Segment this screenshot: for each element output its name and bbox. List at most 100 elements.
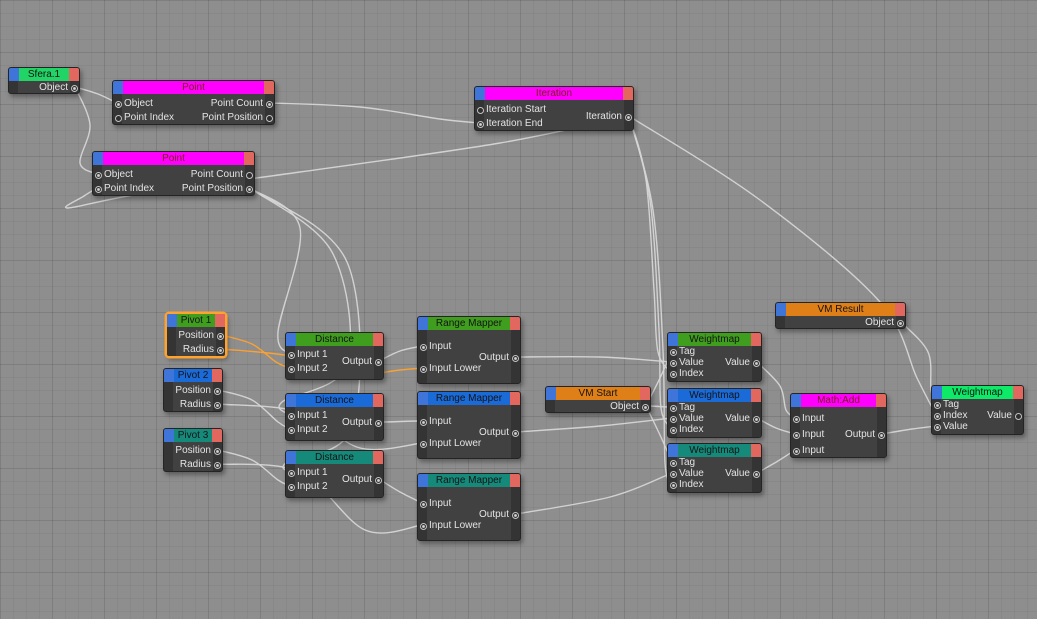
port-math-add-output-output[interactable] <box>877 431 885 439</box>
node-distance-2[interactable]: Distance Input 1 Input 2 Output <box>285 393 384 441</box>
port-weightmap-3-value-input[interactable] <box>669 470 677 478</box>
port-distance-3-input-1-input[interactable] <box>287 469 295 477</box>
wire-math-add-output-to-weightmap-result-value[interactable] <box>881 425 937 435</box>
node-titlebar: Distance <box>286 394 383 407</box>
port-iteration-iteration-end-input[interactable] <box>476 120 484 128</box>
port-math-add-input-input[interactable] <box>792 431 800 439</box>
port-range-mapper-2-output-output[interactable] <box>511 429 519 437</box>
port-weightmap-3-tag-input[interactable] <box>669 459 677 467</box>
port-distance-2-input-2-input[interactable] <box>287 426 295 434</box>
node-weightmap-result[interactable]: Weightmap Tag Index Value Value <box>931 385 1024 435</box>
port-weightmap-2-value-output[interactable] <box>752 415 760 423</box>
port-math-add-input-input[interactable] <box>792 415 800 423</box>
port-point-2-point-position-output[interactable] <box>245 185 253 193</box>
port-distance-3-output-output[interactable] <box>374 476 382 484</box>
port-point-2-point-count-output[interactable] <box>245 171 253 179</box>
node-editor-canvas[interactable]: Sfera.1 Object Point Object Point Index Point… <box>0 0 1037 619</box>
port-iteration-iteration-start-input[interactable] <box>476 106 484 114</box>
node-vm-result[interactable]: VM Result Object <box>775 302 906 329</box>
wire-iteration-iteration-to-weightmap-2-index[interactable] <box>628 115 673 430</box>
port-point-1-point-count-output[interactable] <box>265 100 273 108</box>
port-range-mapper-1-output-output[interactable] <box>511 354 519 362</box>
node-weightmap-1[interactable]: Weightmap Tag Value Index Value <box>667 332 762 382</box>
port-pivot-2-radius-output[interactable] <box>213 401 221 409</box>
port-range-mapper-3-input-input[interactable] <box>419 500 427 508</box>
port-weightmap-2-value-input[interactable] <box>669 415 677 423</box>
port-weightmap-result-index-input[interactable] <box>933 412 941 420</box>
port-sfera1-object-output[interactable] <box>70 84 78 92</box>
node-pivot-1[interactable]: Pivot 1 Position Radius <box>166 313 226 357</box>
port-point-2-object-input[interactable] <box>94 171 102 179</box>
port-range-mapper-3-input-lower-input[interactable] <box>419 522 427 530</box>
node-range-mapper-2[interactable]: Range Mapper Input Input Lower Output <box>417 391 521 459</box>
wire-pivot-2-position-to-distance-2-input-2[interactable] <box>217 389 291 430</box>
node-pivot-2[interactable]: Pivot 2 Position Radius <box>163 368 223 412</box>
wire-pivot-3-position-to-distance-3-input-2[interactable] <box>217 449 291 487</box>
wire-iteration-iteration-to-weightmap-1-index[interactable] <box>628 115 673 374</box>
port-weightmap-1-tag-input[interactable] <box>669 348 677 356</box>
wire-range-mapper-2-output-to-weightmap-2-value[interactable] <box>515 417 673 433</box>
port-pivot-2-position-output[interactable] <box>213 387 221 395</box>
port-distance-2-input-1-input[interactable] <box>287 412 295 420</box>
wire-distance-2-output-to-range-mapper-2-input[interactable] <box>378 420 423 423</box>
port-range-mapper-1-input-input[interactable] <box>419 343 427 351</box>
port-weightmap-result-value-output[interactable] <box>1014 412 1022 420</box>
node-sfera1[interactable]: Sfera.1 Object <box>8 67 80 94</box>
node-pivot-3[interactable]: Pivot 3 Position Radius <box>163 428 223 472</box>
port-weightmap-1-value-output[interactable] <box>752 359 760 367</box>
node-title: Pivot 3 <box>174 429 212 442</box>
port-point-1-point-index-input[interactable] <box>114 114 122 122</box>
port-label: Output <box>478 427 509 438</box>
port-weightmap-3-value-output[interactable] <box>752 470 760 478</box>
port-weightmap-result-value-input[interactable] <box>933 423 941 431</box>
port-label: Object <box>124 98 153 109</box>
wire-point-2-point-position-to-distance-2-input-1[interactable] <box>249 187 352 416</box>
node-weightmap-2[interactable]: Weightmap Tag Value Index Value <box>667 388 762 438</box>
port-distance-2-output-output[interactable] <box>374 419 382 427</box>
port-pivot-3-position-output[interactable] <box>213 447 221 455</box>
port-distance-1-output-output[interactable] <box>374 358 382 366</box>
wire-distance-3-output-to-range-mapper-3-input[interactable] <box>378 478 423 504</box>
node-weightmap-3[interactable]: Weightmap Tag Value Index Value <box>667 443 762 493</box>
port-vm-start-object-output[interactable] <box>641 403 649 411</box>
port-pivot-1-radius-output[interactable] <box>216 346 224 354</box>
wire-point-1-point-count-to-iteration-iteration-end[interactable] <box>269 102 480 124</box>
port-label: Point Count <box>210 98 263 109</box>
port-weightmap-1-index-input[interactable] <box>669 370 677 378</box>
node-point-2[interactable]: Point Object Point Index Point Count Point P… <box>92 151 255 196</box>
port-label: Input Lower <box>429 520 482 531</box>
node-range-mapper-3[interactable]: Range Mapper Input Input Lower Output <box>417 473 521 541</box>
port-range-mapper-3-output-output[interactable] <box>511 511 519 519</box>
port-distance-1-input-2-input[interactable] <box>287 365 295 373</box>
port-vm-result-object-output[interactable] <box>896 319 904 327</box>
wire-range-mapper-3-output-to-weightmap-3-value[interactable] <box>515 472 673 515</box>
port-range-mapper-2-input-input[interactable] <box>419 418 427 426</box>
node-math-add[interactable]: Math:Add Input Input Input Output <box>790 393 887 458</box>
port-weightmap-2-tag-input[interactable] <box>669 404 677 412</box>
node-distance-1[interactable]: Distance Input 1 Input 2 Output <box>285 332 384 380</box>
port-weightmap-2-index-input[interactable] <box>669 426 677 434</box>
node-point-1[interactable]: Point Object Point Index Point Count Point P… <box>112 80 275 125</box>
node-distance-3[interactable]: Distance Input 1 Input 2 Output <box>285 450 384 498</box>
wire-range-mapper-1-output-to-weightmap-1-value[interactable] <box>515 355 673 363</box>
port-math-add-input-input[interactable] <box>792 447 800 455</box>
port-point-1-object-input[interactable] <box>114 100 122 108</box>
node-range-mapper-1[interactable]: Range Mapper Input Input Lower Output <box>417 316 521 384</box>
port-range-mapper-1-input-lower-input[interactable] <box>419 365 427 373</box>
port-range-mapper-2-input-lower-input[interactable] <box>419 440 427 448</box>
port-iteration-iteration-output[interactable] <box>624 113 632 121</box>
node-vm-start[interactable]: VM Start Object <box>545 386 651 413</box>
port-weightmap-1-value-input[interactable] <box>669 359 677 367</box>
port-distance-3-input-2-input[interactable] <box>287 483 295 491</box>
port-pivot-3-radius-output[interactable] <box>213 461 221 469</box>
wire-distance-1-output-to-range-mapper-1-input[interactable] <box>378 345 423 362</box>
port-pivot-1-position-output[interactable] <box>216 332 224 340</box>
port-weightmap-result-tag-input[interactable] <box>933 401 941 409</box>
port-weightmap-3-index-input[interactable] <box>669 481 677 489</box>
port-point-2-point-index-input[interactable] <box>94 185 102 193</box>
wire-point-2-point-position-to-distance-1-input-1[interactable] <box>249 187 302 355</box>
wire-iteration-iteration-to-weightmap-3-index[interactable] <box>628 115 673 485</box>
node-iteration[interactable]: Iteration Iteration Start Iteration End Ite… <box>474 86 634 131</box>
port-point-1-point-position-output[interactable] <box>265 114 273 122</box>
port-distance-1-input-1-input[interactable] <box>287 351 295 359</box>
